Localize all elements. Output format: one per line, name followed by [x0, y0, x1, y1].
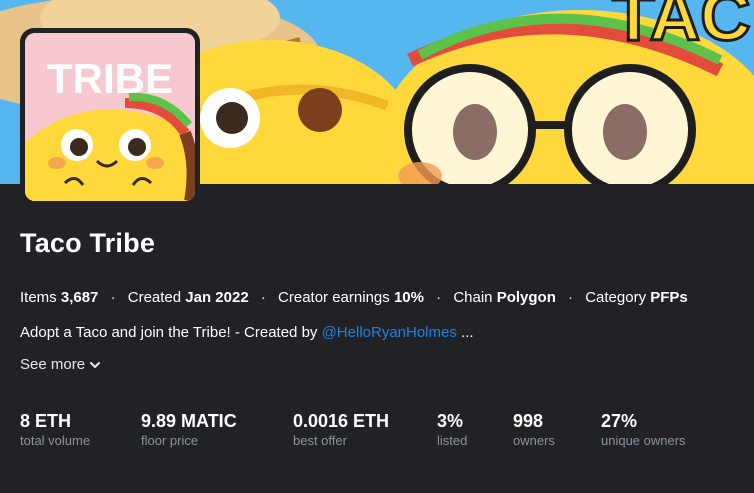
stat-total-volume[interactable]: 8 ETH total volume [20, 410, 90, 450]
meta-separator: · [110, 289, 116, 306]
category-value: PFPs [650, 289, 688, 306]
collection-description: Adopt a Taco and join the Tribe! - Creat… [20, 324, 474, 341]
stat-value: 3% [437, 411, 464, 431]
chain-label: Chain [453, 289, 493, 306]
chain-value: Polygon [496, 289, 556, 306]
see-more-label: See more [20, 356, 86, 373]
stat-unique-owners[interactable]: 27% unique owners [601, 410, 686, 450]
stat-listed[interactable]: 3% listed [437, 410, 467, 450]
stat-label: unique owners [601, 433, 686, 448]
stat-value: 998 [513, 411, 544, 431]
items-value: 3,687 [60, 289, 99, 306]
meta-separator: · [436, 289, 442, 306]
stat-value: 0.0016 ETH [293, 411, 390, 431]
earnings-label: Creator earnings [278, 289, 390, 306]
description-ellipsis: ... [456, 324, 474, 341]
stat-label: total volume [20, 433, 91, 448]
page-title: Taco Tribe [20, 228, 156, 258]
chevron-down-icon [89, 359, 101, 371]
items-label: Items [20, 289, 57, 306]
stat-label: listed [437, 433, 468, 448]
stat-owners[interactable]: 998 owners [513, 410, 555, 450]
earnings-value: 10% [393, 289, 424, 306]
stat-value: 9.89 MATIC [141, 411, 237, 431]
stat-label: best offer [293, 433, 347, 448]
avatar-image: TRIBE [25, 33, 195, 201]
created-label: Created [127, 289, 182, 306]
avatar-logo-text: TRIBE [47, 55, 173, 102]
collection-meta: Items 3,687 · Created Jan 2022 · Creator… [20, 289, 688, 306]
see-more-button[interactable]: See more [20, 356, 101, 373]
stat-label: owners [513, 433, 555, 448]
stat-value: 27% [601, 411, 638, 431]
collection-avatar: TRIBE [20, 28, 200, 206]
created-value: Jan 2022 [185, 289, 249, 306]
stat-value: 8 ETH [20, 411, 72, 431]
creator-link[interactable]: @HelloRyanHolmes [322, 324, 457, 341]
svg-text:TAC: TAC [612, 0, 751, 55]
description-text: Adopt a Taco and join the Tribe! - Creat… [20, 324, 322, 341]
meta-separator: · [260, 289, 266, 306]
category-label: Category [585, 289, 647, 306]
stat-best-offer[interactable]: 0.0016 ETH best offer [293, 410, 389, 450]
stat-label: floor price [141, 433, 199, 448]
stat-floor-price[interactable]: 9.89 MATIC floor price [141, 410, 237, 450]
meta-separator: · [568, 289, 574, 306]
